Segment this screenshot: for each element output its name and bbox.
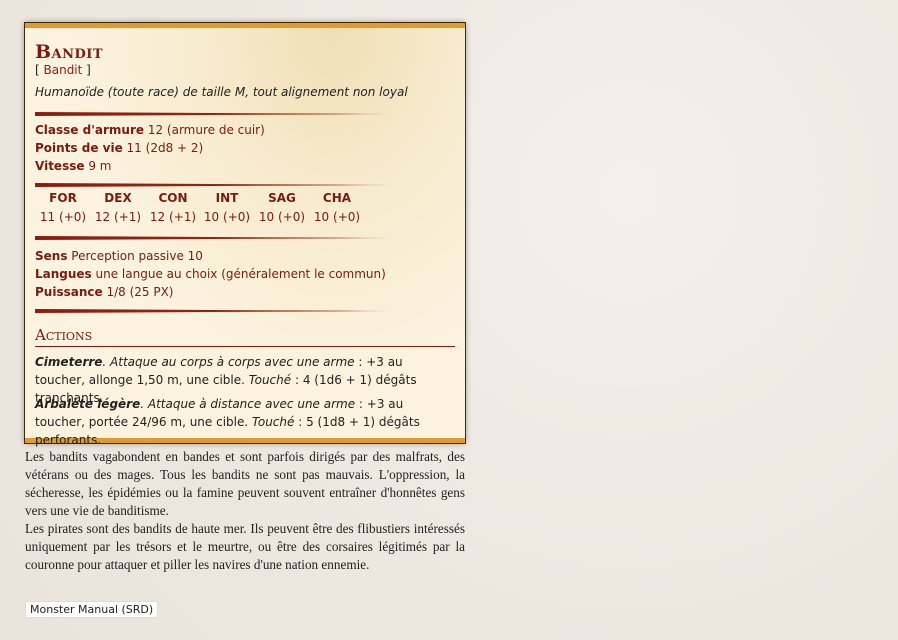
hp-value: 11 (2d8 + 2) (122, 141, 204, 155)
ability-name: INT (215, 191, 239, 205)
ability-value: 10 (+0) (203, 210, 251, 224)
senses-value: Perception passive 10 (67, 249, 203, 263)
ability-sag: SAG 10 (+0) (254, 191, 310, 224)
languages-value: une langue au choix (généralement le com… (91, 267, 386, 281)
ability-value: 11 (+0) (39, 210, 87, 224)
languages: Langues une langue au choix (généralemen… (35, 265, 386, 283)
action-type: . Attaque à distance avec une arme (140, 397, 356, 411)
tag-close: ] (82, 63, 91, 77)
divider (35, 183, 395, 187)
monster-meta: Humanoïde (toute race) de taille M, tout… (35, 85, 408, 99)
ability-name: CON (158, 191, 188, 205)
ability-dex: DEX 12 (+1) (90, 191, 146, 224)
ac-label: Classe d'armure (35, 123, 145, 137)
description-paragraph: Les bandits vagabondent en bandes et son… (25, 449, 465, 518)
action-name: Arbalète légère (35, 397, 141, 411)
ability-name: CHA (322, 191, 352, 205)
speed-value: 9 m (84, 159, 112, 173)
power-label: Puissance (35, 285, 103, 299)
monster-tag: [ Bandit ] (35, 63, 91, 77)
action-hit: Touché (248, 373, 292, 387)
ability-value: 10 (+0) (258, 210, 306, 224)
ability-value: 12 (+1) (94, 210, 142, 224)
tag-open: [ (35, 63, 44, 77)
hp-label: Points de vie (35, 141, 123, 155)
description: Les bandits vagabondent en bandes et son… (25, 448, 465, 574)
ability-name: SAG (268, 191, 296, 205)
divider (35, 236, 395, 240)
speed: Vitesse 9 m (35, 157, 111, 175)
ability-con: CON 12 (+1) (145, 191, 201, 224)
ability-for: FOR 11 (+0) (35, 191, 91, 224)
description-paragraph: Les pirates sont des bandits de haute me… (25, 521, 465, 572)
action-arbalete: Arbalète légère. Attaque à distance avec… (35, 395, 455, 449)
ability-name: DEX (104, 191, 132, 205)
ability-name: FOR (49, 191, 77, 205)
senses-label: Sens (35, 249, 68, 263)
challenge: Puissance 1/8 (25 PX) (35, 283, 174, 301)
power-value: 1/8 (25 PX) (102, 285, 174, 299)
tag-link[interactable]: Bandit (44, 63, 83, 77)
action-hit: Touché (252, 415, 295, 429)
action-name: Cimeterre (35, 355, 103, 369)
stat-block: Bandit [ Bandit ] Humanoïde (toute race)… (25, 23, 465, 447)
monster-name: Bandit (35, 41, 104, 63)
armor-class: Classe d'armure 12 (armure de cuir) (35, 121, 265, 139)
senses: Sens Perception passive 10 (35, 247, 203, 265)
ability-cha: CHA 10 (+0) (309, 191, 365, 224)
divider (35, 309, 395, 313)
actions-heading: Actions (35, 326, 455, 347)
ability-value: 12 (+1) (149, 210, 197, 224)
divider (35, 112, 395, 116)
action-type: . Attaque au corps à corps avec une arme (102, 355, 355, 369)
ac-value: 12 (armure de cuir) (144, 123, 265, 137)
ability-int: INT 10 (+0) (199, 191, 255, 224)
ability-value: 10 (+0) (313, 210, 361, 224)
source-badge[interactable]: Monster Manual (SRD) (25, 601, 159, 618)
speed-label: Vitesse (35, 159, 85, 173)
hit-points: Points de vie 11 (2d8 + 2) (35, 139, 203, 157)
languages-label: Langues (35, 267, 92, 281)
